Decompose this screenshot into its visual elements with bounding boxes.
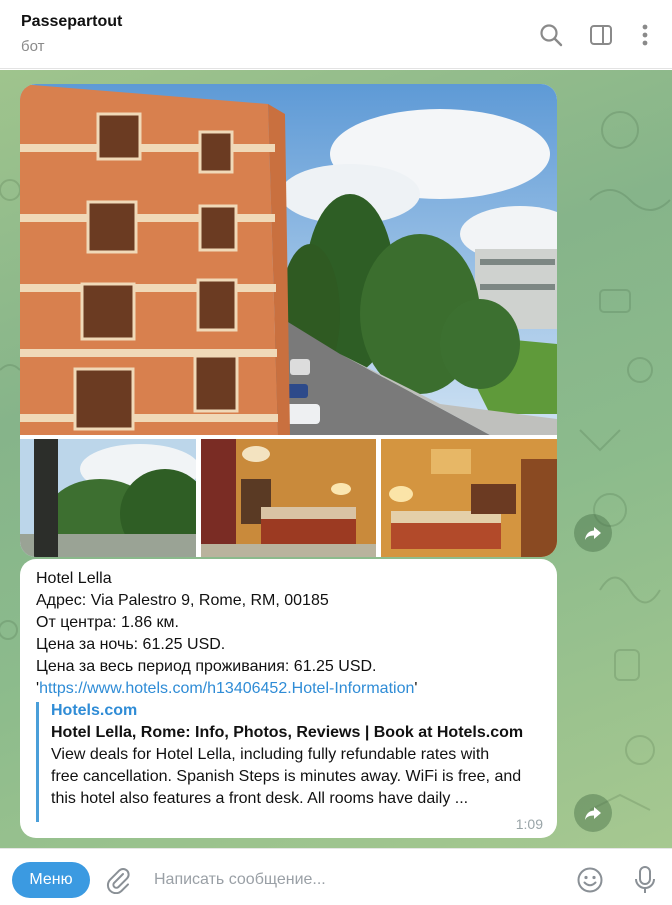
share-message-button[interactable] [574,794,612,832]
chat-title[interactable]: Passepartout [21,13,122,31]
album-photo-twin-room[interactable] [381,439,557,557]
share-album-button[interactable] [574,514,612,552]
album-photo-hotel-facade[interactable] [20,84,557,435]
composer: Меню [0,848,672,905]
microphone-icon[interactable] [632,865,658,895]
hotel-link[interactable]: https://www.hotels.com/h13406452.Hotel-I… [39,680,414,697]
sidebar-toggle-icon[interactable] [588,22,614,48]
link-quote-close: ' [414,680,418,697]
preview-site-name: Hotels.com [51,702,138,719]
preview-title: Hotel Lella, Rome: Info, Photos, Reviews… [51,724,524,741]
chat-header: Passepartout бот [0,0,672,69]
preview-description-line: View deals for Hotel Lella, including fu… [51,746,490,763]
more-vertical-icon[interactable] [632,22,658,48]
album-photo-garden-view[interactable] [20,439,196,557]
price-per-night: Цена за ночь: 61.25 USD. [36,636,226,653]
search-icon[interactable] [538,22,564,48]
photo-album[interactable] [20,84,557,557]
distance-from-center: От центра: 1.86 км. [36,614,179,631]
hotel-link-line: 'https://www.hotels.com/h13406452.Hotel-… [36,680,417,698]
preview-description-line: free cancellation. Spanish Steps is minu… [51,768,522,785]
paperclip-icon[interactable] [104,866,132,895]
hotel-name: Hotel Lella [36,570,112,587]
message-input[interactable] [154,863,554,897]
preview-description-line: this hotel also features a front desk. A… [51,790,469,807]
hotel-address: Адрес: Via Palestro 9, Rome, RM, 00185 [36,592,329,609]
album-photo-double-room[interactable] [201,439,376,557]
link-preview[interactable]: Hotels.com Hotel Lella, Rome: Info, Phot… [36,702,536,822]
bot-menu-button[interactable]: Меню [12,862,90,898]
message-bubble[interactable]: Hotel Lella Адрес: Via Palestro 9, Rome,… [20,559,557,838]
message-time: 1:09 [515,816,543,832]
chat-subtitle: бот [21,38,45,55]
price-total: Цена за весь период проживания: 61.25 US… [36,658,377,675]
chat-history[interactable]: Hotel Lella Адрес: Via Palestro 9, Rome,… [0,70,672,848]
emoji-icon[interactable] [576,866,604,894]
